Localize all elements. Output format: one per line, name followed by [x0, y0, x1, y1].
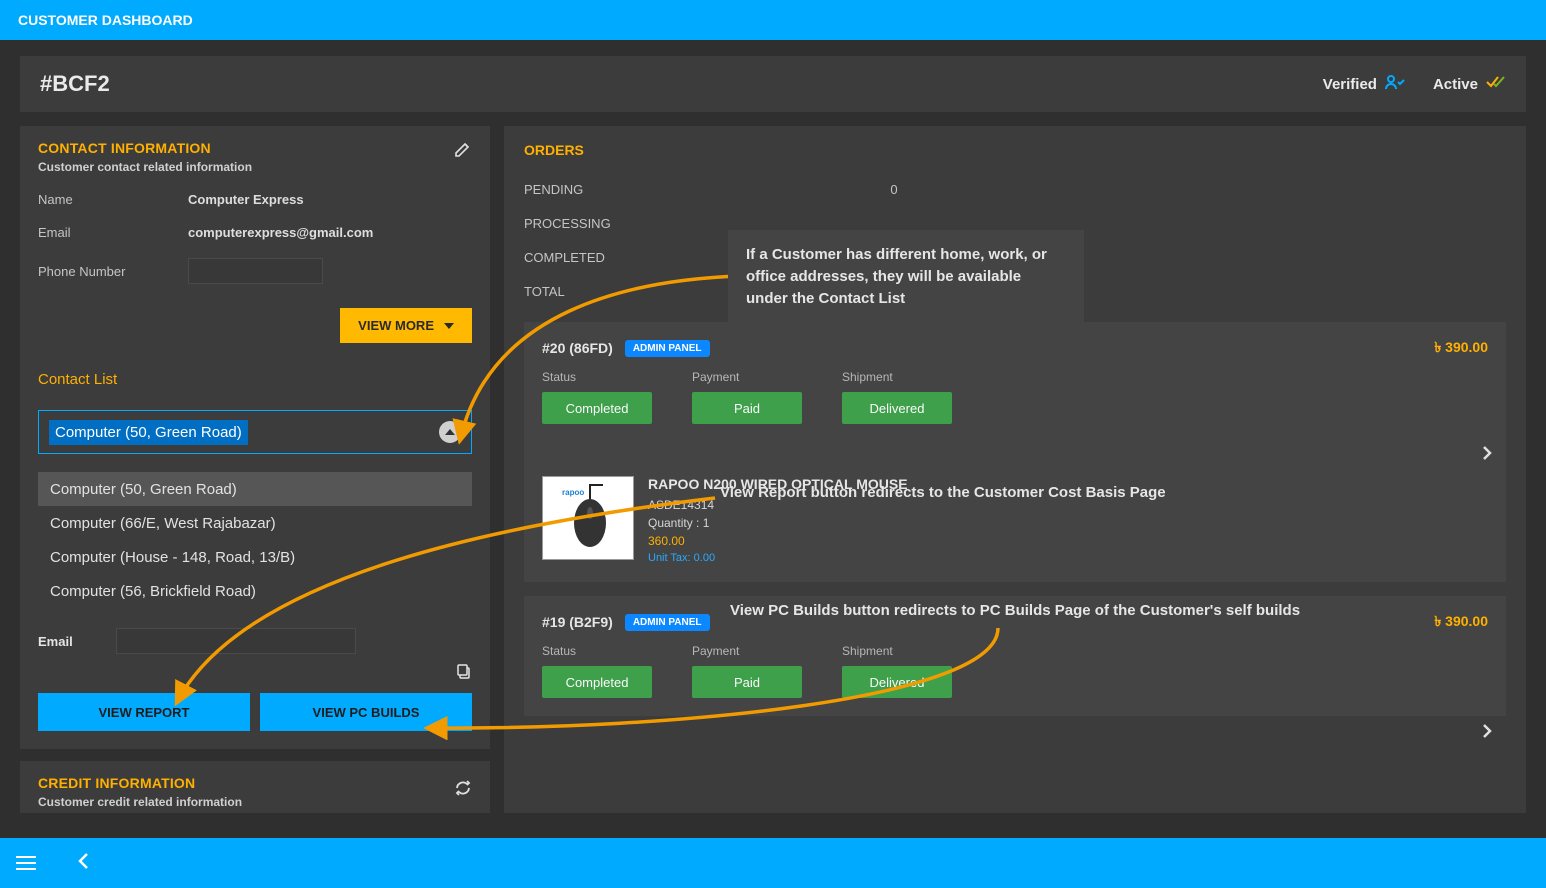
phone-input[interactable]: [188, 258, 323, 284]
status-pill: Completed: [542, 392, 652, 424]
order-card: #20 (86FD) ADMIN PANEL ৳ 390.00 Status Co…: [524, 322, 1506, 582]
processing-label: PROCESSING: [524, 216, 864, 231]
shipment-pill: Delivered: [842, 392, 952, 424]
contact-information-card: CONTACT INFORMATION Customer contact rel…: [20, 126, 490, 749]
order-price: ৳ 390.00: [1434, 336, 1488, 360]
shipment-pill: Delivered: [842, 666, 952, 698]
chevron-down-icon: [444, 323, 454, 329]
view-more-button[interactable]: VIEW MORE: [340, 308, 472, 343]
pending-value: 0: [864, 182, 924, 197]
active-status: Active: [1433, 75, 1506, 93]
menu-icon[interactable]: [16, 852, 36, 874]
shipment-label: Shipment: [842, 644, 982, 658]
credit-info-heading: CREDIT INFORMATION: [38, 775, 472, 791]
view-pc-builds-button[interactable]: VIEW PC BUILDS: [260, 693, 472, 731]
pending-label: PENDING: [524, 182, 864, 197]
user-check-icon: [1385, 74, 1405, 94]
name-value: Computer Express: [188, 192, 304, 207]
payment-pill: Paid: [692, 392, 802, 424]
contact-list-heading: Contact List: [38, 371, 472, 388]
contact-info-subheading: Customer contact related information: [38, 160, 472, 174]
annotation-view-pc-builds-tip: View PC Builds button redirects to PC Bu…: [730, 602, 1300, 619]
email-label: Email: [38, 225, 188, 240]
shipment-label: Shipment: [842, 370, 982, 384]
back-icon[interactable]: [76, 852, 90, 875]
payment-label: Payment: [692, 370, 832, 384]
product-thumbnail: rapoo: [542, 476, 634, 560]
contact-list-selected: Computer (50, Green Road): [49, 420, 248, 445]
refresh-icon[interactable]: [454, 779, 472, 802]
view-more-label: VIEW MORE: [358, 318, 434, 333]
status-label: Status: [542, 644, 682, 658]
phone-label: Phone Number: [38, 264, 188, 279]
credit-information-card: CREDIT INFORMATION Customer credit relat…: [20, 761, 490, 813]
order-price: ৳ 390.00: [1434, 610, 1488, 634]
admin-panel-badge: ADMIN PANEL: [625, 340, 710, 357]
top-app-bar: CUSTOMER DASHBOARD: [0, 0, 1546, 40]
annotation-view-report-tip: View Report button redirects to the Cust…: [720, 484, 1166, 501]
page-title: CUSTOMER DASHBOARD: [18, 12, 193, 28]
active-label: Active: [1433, 76, 1478, 93]
view-report-button[interactable]: VIEW REPORT: [38, 693, 250, 731]
product-price: 360.00: [648, 534, 908, 548]
payment-pill: Paid: [692, 666, 802, 698]
payment-label: Payment: [692, 644, 832, 658]
copy-icon[interactable]: [456, 664, 472, 685]
contact-list-option[interactable]: Computer (House - 148, Road, 13/B): [38, 540, 472, 574]
order-title: #20 (86FD): [542, 340, 613, 356]
product-quantity: Quantity : 1: [648, 516, 908, 530]
expand-chevron-icon[interactable]: [1478, 722, 1496, 745]
svg-text:rapoo: rapoo: [562, 488, 584, 497]
customer-header: #BCF2 Verified Active: [20, 56, 1526, 112]
email-value: computerexpress@gmail.com: [188, 225, 373, 240]
contact-list-option[interactable]: Computer (56, Brickfield Road): [38, 574, 472, 608]
admin-panel-badge: ADMIN PANEL: [625, 614, 710, 631]
contact-list-option[interactable]: Computer (50, Green Road): [38, 472, 472, 506]
verified-status: Verified: [1323, 74, 1405, 94]
status-pill: Completed: [542, 666, 652, 698]
order-title: #19 (B2F9): [542, 614, 613, 630]
verified-label: Verified: [1323, 76, 1377, 93]
contact-email-input[interactable]: [116, 628, 356, 654]
annotation-contact-list-tip: If a Customer has different home, work, …: [728, 230, 1084, 323]
double-check-icon: [1486, 75, 1506, 93]
caret-up-icon: [439, 421, 461, 443]
bottom-app-bar: [0, 838, 1546, 888]
expand-chevron-icon[interactable]: [1478, 444, 1496, 467]
contact-info-heading: CONTACT INFORMATION: [38, 140, 472, 156]
credit-info-subheading: Customer credit related information: [38, 795, 472, 809]
product-unit-tax: Unit Tax: 0.00: [648, 552, 908, 564]
orders-heading: ORDERS: [524, 142, 1506, 158]
customer-code: #BCF2: [40, 71, 110, 97]
edit-icon[interactable]: [454, 140, 472, 163]
status-label: Status: [542, 370, 682, 384]
contact-email-label: Email: [38, 634, 88, 649]
contact-list-dropdown[interactable]: Computer (50, Green Road): [38, 410, 472, 454]
contact-list-option[interactable]: Computer (66/E, West Rajabazar): [38, 506, 472, 540]
contact-list-options: Computer (50, Green Road) Computer (66/E…: [38, 472, 472, 608]
name-label: Name: [38, 192, 188, 207]
